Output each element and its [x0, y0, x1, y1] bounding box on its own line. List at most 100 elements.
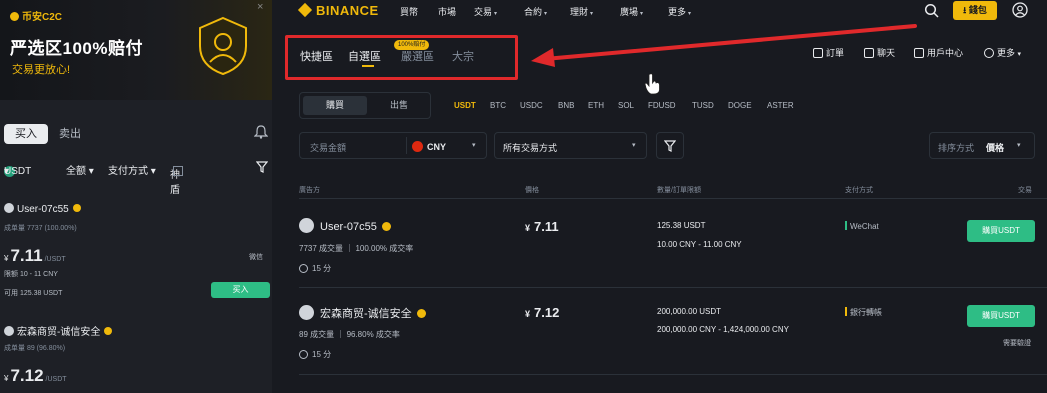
- mobile-ad-limit: 限额 10 - 11 CNY: [4, 271, 58, 278]
- avatar: [299, 218, 314, 233]
- mobile-ad-stats: 成单量 89 (96.80%): [4, 345, 66, 352]
- amount-input[interactable]: 交易金額 CNY ▾: [299, 132, 487, 159]
- chevron-down-icon: ▾: [1017, 142, 1021, 149]
- buy-usdt-button[interactable]: 購買USDT: [967, 305, 1035, 327]
- red-arrow-annotation: [531, 24, 917, 67]
- banner-subtitle: 交易更放心!: [12, 64, 71, 76]
- chevron-down-icon: ▾: [472, 142, 476, 149]
- coin-tab-usdc[interactable]: USDC: [520, 101, 543, 110]
- divider: [406, 137, 407, 154]
- clock-icon: [299, 264, 308, 273]
- nav-item-earn[interactable]: 理財 ▾: [570, 5, 593, 18]
- coin-tab-usdt[interactable]: USDT: [454, 101, 476, 110]
- sort-value: 價格: [986, 143, 1005, 153]
- filter-button[interactable]: [656, 132, 684, 159]
- search-icon[interactable]: [924, 3, 939, 18]
- screen: 币安C2C 严选区100%赔付 交易更放心! × 买入 卖出 USDT ▾ 全额…: [0, 0, 1047, 393]
- verified-badge-icon: [416, 309, 426, 318]
- sort-select[interactable]: 排序方式 價格 ▾: [929, 132, 1035, 159]
- ad-payment-method: WeChat: [845, 221, 879, 231]
- nav-item-buy-crypto[interactable]: 買幣: [400, 5, 418, 18]
- col-header-limit: 數量/訂單限額: [657, 187, 701, 194]
- mobile-filter-bar: USDT ▾ 全额 ▾ 支付方式 ▾ 神盾: [0, 158, 272, 196]
- red-highlight-box: [285, 35, 518, 80]
- clock-icon: [299, 350, 308, 359]
- mobile-ad-row: 宏森商贸-诚信安全 成单量 89 (96.80%) ¥7.12/USDT: [0, 320, 272, 393]
- avatar: [4, 326, 14, 336]
- buy-usdt-button[interactable]: 購買USDT: [967, 220, 1035, 242]
- chevron-down-icon: ▾: [640, 11, 644, 17]
- c2c-brand: 币安C2C: [10, 8, 62, 23]
- mobile-buy-button[interactable]: 买入: [211, 282, 270, 298]
- payment-color-bar: [845, 221, 847, 230]
- cny-flag-icon: [412, 141, 423, 152]
- notification-bell-icon[interactable]: [254, 125, 268, 139]
- mobile-tab-buy[interactable]: 买入: [4, 124, 48, 144]
- sort-label: 排序方式: [938, 143, 975, 153]
- advertiser-name[interactable]: 宏森商贸-诚信安全: [299, 305, 426, 321]
- mobile-ad-user[interactable]: 宏森商贸-诚信安全: [4, 323, 113, 338]
- coin-tab-btc[interactable]: BTC: [490, 101, 506, 110]
- mobile-app-panel: 币安C2C 严选区100%赔付 交易更放心! × 买入 卖出 USDT ▾ 全额…: [0, 0, 272, 393]
- binance-logo[interactable]: BINANCE: [297, 2, 379, 18]
- nav-item-markets[interactable]: 市場: [438, 5, 456, 18]
- chevron-down-icon: ▾: [1017, 51, 1022, 58]
- mobile-ad-row: User-07c55 成单量 7737 (100.00%) ¥7.11/USDT…: [0, 200, 272, 300]
- avatar: [299, 305, 314, 320]
- mobile-ad-user[interactable]: User-07c55: [4, 203, 81, 215]
- ad-price: ¥7.11: [525, 219, 559, 234]
- mobile-payment-select[interactable]: 支付方式 ▾: [108, 162, 156, 177]
- divider: [299, 374, 1047, 375]
- binance-logo-icon: [10, 12, 19, 21]
- ad-payment-method: 銀行轉帳: [845, 307, 882, 318]
- verified-badge-icon: [104, 327, 113, 335]
- coin-tab-eth[interactable]: ETH: [588, 101, 604, 110]
- more-circle-icon: [984, 48, 994, 58]
- advertiser-name[interactable]: User-07c55: [299, 218, 391, 233]
- mobile-ad-price: ¥7.12/USDT: [4, 366, 67, 385]
- nav-item-futures[interactable]: 合約 ▾: [524, 5, 547, 18]
- payment-time: 15 分: [299, 263, 331, 274]
- mobile-ad-payment: 微信: [249, 254, 263, 261]
- coin-tab-doge[interactable]: DOGE: [728, 101, 752, 110]
- nav-item-square[interactable]: 廣場 ▾: [620, 5, 643, 18]
- binance-logo-icon: [297, 2, 313, 18]
- filter-funnel-icon: [664, 140, 676, 152]
- checkbox[interactable]: [173, 166, 183, 176]
- col-header-trade: 交易: [1018, 187, 1032, 194]
- filter-funnel-icon[interactable]: [256, 161, 268, 173]
- user-profile-icon[interactable]: [1012, 2, 1028, 18]
- mobile-buy-sell-tabs: 买入 卖出: [0, 118, 272, 148]
- col-header-payment: 支付方式: [845, 187, 873, 194]
- mobile-tab-sell[interactable]: 卖出: [48, 124, 92, 144]
- mobile-amount-select[interactable]: 全额 ▾: [66, 162, 94, 177]
- avatar: [4, 203, 14, 213]
- chevron-down-icon: ▾: [590, 11, 594, 17]
- chevron-down-icon: ▾: [632, 142, 636, 149]
- more-menu[interactable]: 更多 ▾: [984, 46, 1021, 59]
- banner-close-icon[interactable]: ×: [257, 1, 263, 13]
- top-nav: BINANCE 買幣 市場 交易 ▾ 合約 ▾ 理財 ▾ 廣場 ▾ 更多 ▾ ⭳ 錢包: [272, 0, 1047, 22]
- coin-tab-bnb[interactable]: BNB: [558, 101, 574, 110]
- amount-placeholder: 交易金額: [310, 143, 347, 153]
- chevron-down-icon: ▾: [494, 11, 498, 17]
- verification-required: 需要驗證: [1003, 340, 1031, 347]
- promo-banner[interactable]: 币安C2C 严选区100%赔付 交易更放心! ×: [0, 0, 272, 100]
- divider: [299, 287, 1047, 288]
- toggle-sell[interactable]: 出售: [370, 96, 428, 115]
- wallet-button[interactable]: ⭳ 錢包: [953, 1, 997, 20]
- toggle-buy[interactable]: 購買: [303, 96, 367, 115]
- coin-tab-tusd[interactable]: TUSD: [692, 101, 714, 110]
- verified-badge-icon: [381, 222, 391, 231]
- col-header-advertiser: 廣告方: [299, 187, 320, 194]
- shield-icon: [199, 16, 247, 76]
- currency-select[interactable]: CNY: [412, 141, 446, 152]
- col-header-price: 價格: [525, 187, 539, 194]
- coin-tab-fdusd[interactable]: FDUSD: [648, 101, 676, 110]
- nav-item-more[interactable]: 更多 ▾: [668, 5, 691, 18]
- nav-item-trade[interactable]: 交易 ▾: [474, 5, 497, 18]
- payment-method-value: 所有交易方式: [503, 143, 558, 153]
- coin-tab-sol[interactable]: SOL: [618, 101, 634, 110]
- coin-tab-aster[interactable]: ASTER: [767, 101, 794, 110]
- payment-method-select[interactable]: 所有交易方式 ▾: [494, 132, 647, 159]
